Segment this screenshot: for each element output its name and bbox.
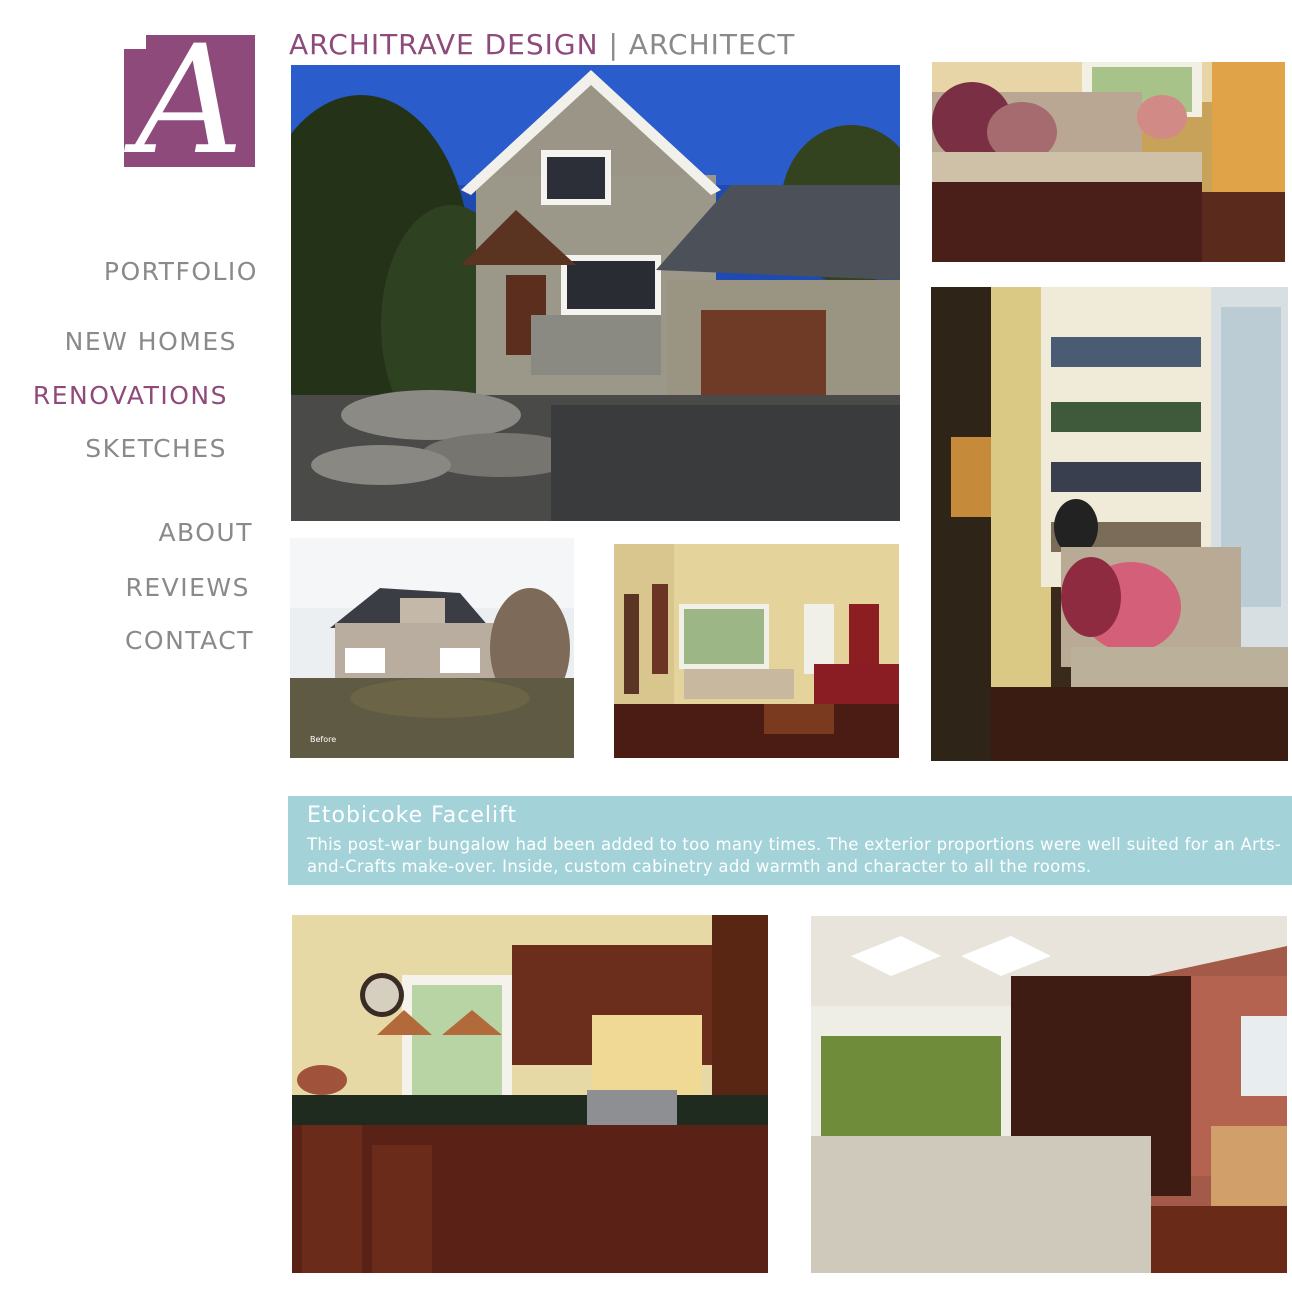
project-title: Etobicoke Facelift: [307, 803, 518, 828]
title-separator: |: [608, 28, 619, 61]
photo-bedroom[interactable]: [811, 916, 1287, 1273]
before-label: Before: [310, 735, 337, 744]
project-description: This post-war bungalow had been added to…: [307, 835, 1282, 876]
nav-renovations[interactable]: RENOVATIONS: [33, 381, 228, 411]
photo-before-exterior[interactable]: Before: [290, 538, 574, 758]
project-info-box: Etobicoke Facelift This post-war bungalo…: [288, 796, 1292, 885]
photo-kitchen[interactable]: [292, 915, 768, 1273]
site-role: ARCHITECT: [628, 28, 796, 61]
site-brand: ARCHITRAVE DESIGN: [289, 28, 599, 61]
site-title: ARCHITRAVE DESIGN | ARCHITECT: [289, 26, 795, 64]
photo-living-room[interactable]: [614, 544, 899, 758]
nav-portfolio[interactable]: PORTFOLIO: [104, 257, 258, 287]
nav-about[interactable]: ABOUT: [158, 518, 253, 548]
photo-window-seat[interactable]: [932, 62, 1285, 262]
photo-house-exterior[interactable]: [291, 65, 900, 521]
nav-new-homes[interactable]: NEW HOMES: [65, 327, 237, 357]
nav-sketches[interactable]: SKETCHES: [85, 434, 227, 464]
nav-contact[interactable]: CONTACT: [125, 626, 254, 656]
nav-reviews[interactable]: REVIEWS: [125, 573, 250, 603]
logo[interactable]: A: [124, 35, 255, 167]
photo-bookshelf-nook[interactable]: [931, 287, 1288, 761]
logo-letter: A: [135, 35, 244, 167]
